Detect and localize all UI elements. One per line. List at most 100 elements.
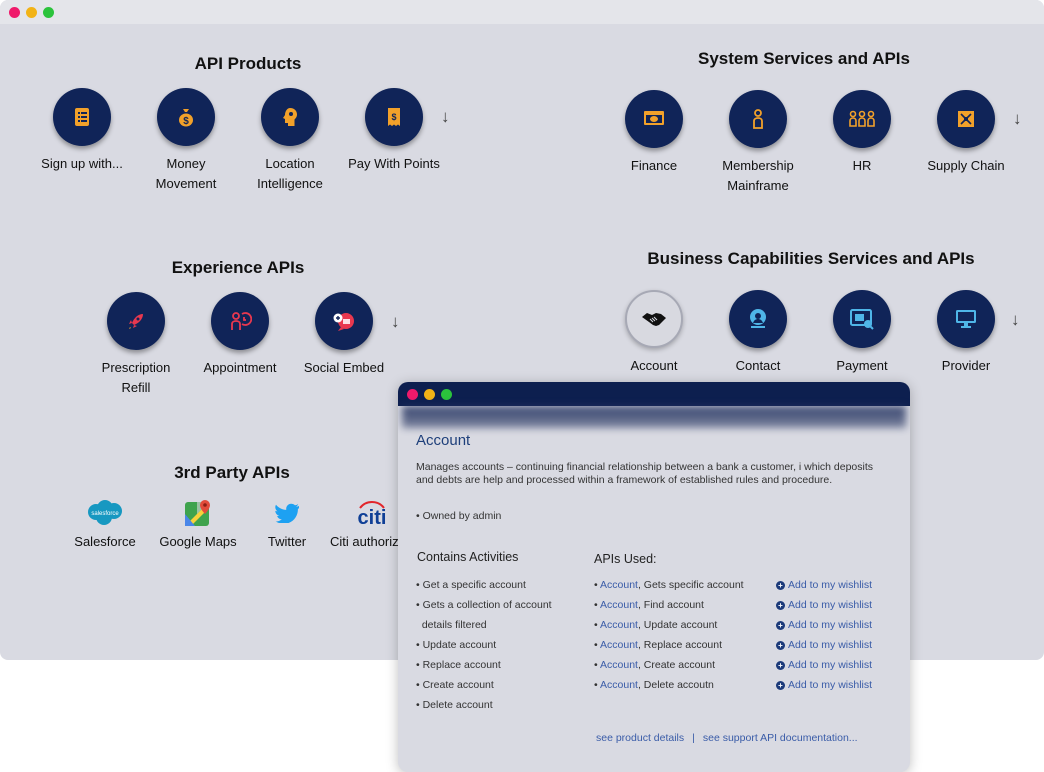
system-services-expand-arrow[interactable]: ↓	[1013, 109, 1022, 129]
brand-label: Citi authorize	[330, 534, 406, 549]
appointment-icon	[211, 292, 269, 350]
svg-text:$: $	[391, 112, 396, 122]
twitter-logo-icon	[275, 496, 299, 530]
support-docs-link[interactable]: see support API documentation...	[703, 732, 858, 744]
api-description: , Replace account	[637, 639, 723, 651]
tile-label: Sign up with...	[41, 156, 123, 171]
window-titlebar	[0, 0, 1044, 24]
tile-label: Provider	[941, 358, 991, 373]
popup-titlebar	[398, 382, 910, 406]
api-account-link[interactable]: Account	[600, 619, 638, 631]
svg-text:$: $	[183, 116, 189, 127]
tile-pay-with-points[interactable]: $ Pay With Points	[342, 88, 446, 194]
tile-label: Social Embed	[303, 360, 385, 375]
tile-appointment[interactable]: Appointment	[188, 292, 292, 398]
experience-apis-expand-arrow[interactable]: ↓	[391, 312, 400, 332]
brand-salesforce[interactable]: salesforce Salesforce	[72, 496, 138, 549]
plus-circle-icon: +	[776, 660, 785, 670]
tile-label: Payment	[836, 358, 888, 373]
plus-circle-icon: +	[776, 640, 785, 650]
people-group-icon	[833, 90, 891, 148]
tile-payment[interactable]: Payment	[810, 290, 914, 376]
plus-circle-icon: +	[776, 680, 785, 690]
brand-label: Salesforce	[74, 534, 136, 549]
salesforce-logo-text: salesforce	[91, 511, 119, 517]
tile-hr[interactable]: HR	[810, 90, 914, 196]
tile-membership-mainframe[interactable]: Membership Mainframe	[706, 90, 810, 196]
experience-apis-list: Prescription Refill Appointment Social E…	[84, 292, 396, 398]
activity-item: • Gets a collection of account	[416, 599, 552, 611]
api-row: • Account, Update account + Add to my wis…	[594, 615, 894, 635]
minimize-window-button[interactable]	[26, 6, 37, 18]
popup-minimize-button[interactable]	[424, 388, 435, 400]
brand-label: Twitter	[267, 534, 307, 549]
api-account-link[interactable]: Account	[600, 579, 638, 591]
api-account-link[interactable]: Account	[600, 639, 638, 651]
system-services-title: System Services and APIs	[698, 49, 910, 68]
add-to-wishlist-button[interactable]: + Add to my wishlist	[776, 675, 872, 695]
api-account-link[interactable]: Account	[600, 659, 638, 671]
tile-contact[interactable]: Contact	[706, 290, 810, 376]
activities-list: • Get a specific account • Gets a collec…	[416, 575, 576, 715]
supply-chain-icon	[937, 90, 995, 148]
tile-account[interactable]: Account	[602, 290, 706, 376]
activity-item: • Replace account	[416, 659, 501, 671]
api-products-expand-arrow[interactable]: ↓	[441, 107, 450, 127]
popup-close-button[interactable]	[407, 388, 418, 400]
api-row: • Account, Find account + Add to my wishl…	[594, 595, 894, 615]
head-location-icon	[261, 88, 319, 146]
tile-sign-up[interactable]: Sign up with...	[30, 88, 134, 194]
api-products-list: Sign up with... $ Money Movement Locatio…	[30, 88, 446, 194]
tile-label: Pay With Points	[348, 156, 440, 171]
api-account-link[interactable]: Account	[600, 599, 638, 611]
business-capabilities-title: Business Capabilities Services and APIs	[647, 249, 975, 268]
api-row: • Account, Gets specific account + Add to…	[594, 575, 894, 595]
api-description: , Update account	[637, 619, 718, 631]
api-row: • Account, Replace account + Add to my wi…	[594, 635, 894, 655]
wishlist-label: Add to my wishlist	[788, 639, 873, 651]
tile-label: Appointment	[203, 360, 277, 375]
api-account-link[interactable]: Account	[600, 679, 638, 691]
add-to-wishlist-button[interactable]: + Add to my wishlist	[776, 575, 872, 595]
product-details-link[interactable]: see product details	[596, 732, 684, 744]
activity-item: • Create account	[416, 679, 494, 691]
tile-label: Finance	[630, 158, 678, 173]
receipt-dollar-icon: $	[365, 88, 423, 146]
brand-twitter[interactable]: Twitter	[254, 496, 320, 549]
wishlist-label: Add to my wishlist	[788, 619, 873, 631]
add-to-wishlist-button[interactable]: + Add to my wishlist	[776, 615, 872, 635]
tile-finance[interactable]: Finance	[602, 90, 706, 196]
experience-apis-title: Experience APIs	[171, 258, 305, 277]
tile-label: Location Intelligence	[257, 156, 323, 191]
popup-maximize-button[interactable]	[441, 388, 452, 400]
tile-money-movement[interactable]: $ Money Movement	[134, 88, 238, 194]
tile-label: Money Movement	[155, 156, 217, 191]
tile-supply-chain[interactable]: Supply Chain	[914, 90, 1018, 196]
wishlist-label: Add to my wishlist	[788, 679, 873, 691]
plus-circle-icon: +	[776, 580, 785, 590]
salesforce-logo-icon: salesforce	[84, 496, 126, 530]
business-capabilities-list: Account Contact Payment Provider	[602, 290, 1018, 376]
tile-label: Prescription Refill	[101, 360, 171, 395]
account-detail-popup: Account Manages accounts – continuing fi…	[398, 382, 910, 772]
handshake-icon	[625, 290, 683, 348]
third-party-apis-title: 3rd Party APIs	[174, 463, 290, 482]
add-to-wishlist-button[interactable]: + Add to my wishlist	[776, 655, 872, 675]
popup-description: Manages accounts – continuing financial …	[416, 461, 874, 486]
business-capabilities-expand-arrow[interactable]: ↓	[1011, 310, 1020, 330]
api-description: , Find account	[637, 599, 704, 611]
system-services-list: Finance Membership Mainframe HR Supply C…	[602, 90, 1018, 196]
activity-item: • Delete account	[416, 699, 493, 711]
add-to-wishlist-button[interactable]: + Add to my wishlist	[776, 595, 872, 615]
brand-google-maps[interactable]: Google Maps	[146, 496, 250, 549]
tile-location-intelligence[interactable]: Location Intelligence	[238, 88, 342, 194]
contact-icon	[729, 290, 787, 348]
maximize-window-button[interactable]	[43, 6, 54, 18]
tile-social-embed[interactable]: Social Embed	[292, 292, 396, 398]
close-window-button[interactable]	[9, 6, 20, 18]
tile-provider[interactable]: Provider	[914, 290, 1018, 376]
add-to-wishlist-button[interactable]: + Add to my wishlist	[776, 635, 872, 655]
tile-prescription-refill[interactable]: Prescription Refill	[84, 292, 188, 398]
api-products-title: API Products	[194, 54, 302, 73]
popup-footer: see product details | see support API docu…	[596, 732, 858, 744]
